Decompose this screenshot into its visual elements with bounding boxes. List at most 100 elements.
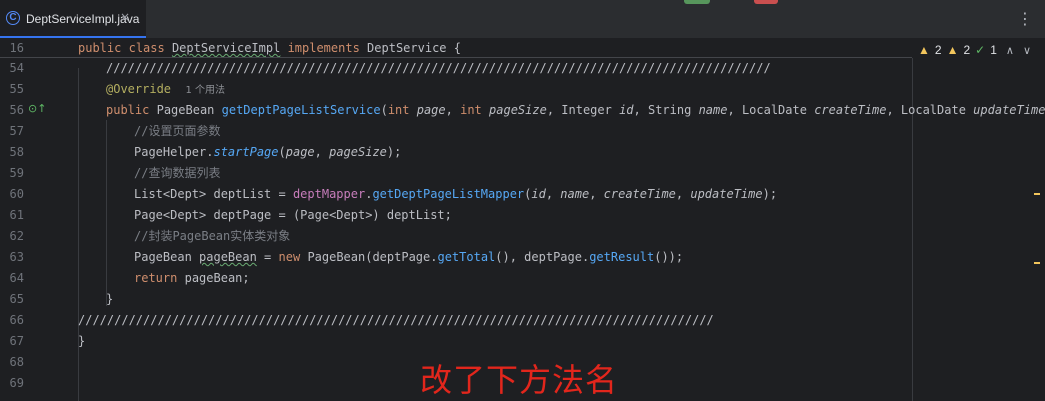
keyword: class xyxy=(128,41,165,55)
code-line-61: Page<Dept> deptPage = (Page<Dept>) deptL… xyxy=(134,208,452,222)
inspections-widget[interactable]: ▲ 2 ▲ 2 ✓ 1 ∧ ∨ xyxy=(918,41,1031,59)
code-line-58: PageHelper.startPage(page, pageSize); xyxy=(134,145,402,159)
code-line-64: return pageBean; xyxy=(134,268,250,289)
code-line-65: } xyxy=(106,292,114,306)
type: LocalDate xyxy=(900,103,966,117)
code-line-66: ////////////////////////////////////////… xyxy=(78,313,714,327)
code-line-59: //查询数据列表 xyxy=(134,166,221,180)
class-name: DeptServiceImpl xyxy=(171,41,281,55)
line-number: 58 xyxy=(9,145,24,159)
line-number: 56 xyxy=(9,103,24,117)
code-line-57: //设置页面参数 xyxy=(134,124,221,138)
usage-hint[interactable]: 1 个用法 xyxy=(185,85,225,96)
line-number: 60 xyxy=(9,187,24,201)
arg: pageSize xyxy=(329,145,387,159)
method-name: getDeptPageListService xyxy=(221,103,381,117)
type: String xyxy=(647,103,692,117)
editor-tab-bar: C DeptServiceImpl.java × ⋮ xyxy=(0,0,1045,39)
tab-deptserviceimpl[interactable]: C DeptServiceImpl.java × xyxy=(0,0,146,38)
code-line-67: } xyxy=(78,334,86,348)
weak-warning-icon: ▲ xyxy=(946,43,959,57)
line-number: 54 xyxy=(9,61,24,75)
param: updateTime xyxy=(973,103,1045,117)
class-ref: PageHelper xyxy=(134,145,207,159)
method-call: getTotal xyxy=(437,250,496,264)
code-line-63: PageBean pageBean = new PageBean(deptPag… xyxy=(134,247,683,268)
class-icon: C xyxy=(6,11,20,25)
type: Integer xyxy=(561,103,612,117)
line-number: 55 xyxy=(9,82,24,96)
line-number: 66 xyxy=(9,313,24,327)
weak-warning-count: 2 xyxy=(963,43,971,57)
variable: pageBean; xyxy=(184,271,250,285)
line-number: 64 xyxy=(9,271,24,285)
declaration: List<Dept> deptList = xyxy=(134,187,293,201)
scrollbar-warning-marker[interactable] xyxy=(1034,262,1040,264)
variable: pageBean xyxy=(199,250,257,264)
param: id xyxy=(619,103,634,117)
keyword: public xyxy=(106,103,150,117)
arg: updateTime xyxy=(690,187,763,201)
close-icon[interactable]: × xyxy=(120,10,130,24)
annotation-overlay-text: 改了下方法名 xyxy=(420,361,619,399)
more-options-icon[interactable]: ⋮ xyxy=(1017,9,1033,28)
param: createTime xyxy=(814,103,887,117)
code-fragment: (), deptPage. xyxy=(495,250,590,264)
sticky-class-header: 16 public class DeptServiceImpl implemen… xyxy=(0,38,1045,58)
constructor: PageBean xyxy=(307,250,366,264)
code-line-54: ////////////////////////////////////////… xyxy=(106,61,771,75)
run-indicator xyxy=(684,0,710,4)
line-number: 62 xyxy=(9,229,24,243)
ok-count: 1 xyxy=(990,43,997,57)
return-type: PageBean xyxy=(156,103,215,117)
implements-method-icon[interactable]: ⊙↑ xyxy=(28,102,46,116)
keyword: return xyxy=(134,271,178,285)
chevron-up-icon[interactable]: ∧ xyxy=(1006,44,1014,57)
code-fragment: ()); xyxy=(654,250,684,264)
annotation: @Override xyxy=(106,82,172,96)
indent-guide xyxy=(106,120,107,306)
code-line-16: public class DeptServiceImpl implements … xyxy=(78,38,461,59)
operator: = xyxy=(256,250,279,264)
line-number: 57 xyxy=(9,124,24,138)
keyword: new xyxy=(278,250,301,264)
arg: name xyxy=(560,187,590,201)
type: PageBean xyxy=(134,250,200,264)
type: LocalDate xyxy=(741,103,807,117)
scrollbar-warning-marker[interactable] xyxy=(1034,193,1040,195)
interface-name: DeptService xyxy=(367,41,447,55)
param: pageSize xyxy=(489,103,547,117)
method-call: getDeptPageListMapper xyxy=(372,187,525,201)
line-number: 59 xyxy=(9,166,24,180)
code-fragment: (deptPage. xyxy=(365,250,438,264)
arg: id xyxy=(531,187,546,201)
line-number: 61 xyxy=(9,208,24,222)
paren: ( xyxy=(380,103,388,117)
line-number: 67 xyxy=(9,334,24,348)
code-line-55: @Override 1 个用法 xyxy=(106,79,225,101)
stop-indicator xyxy=(754,0,778,4)
code-line-60: List<Dept> deptList = deptMapper.getDept… xyxy=(134,187,778,201)
warning-count: 2 xyxy=(934,43,942,57)
code-line-56: public PageBean getDeptPageListService(i… xyxy=(106,103,1045,117)
param: name xyxy=(698,103,728,117)
line-number: 16 xyxy=(9,41,24,55)
field-ref: deptMapper xyxy=(292,187,366,201)
warning-icon: ▲ xyxy=(918,43,930,57)
check-icon: ✓ xyxy=(975,43,986,57)
line-number: 63 xyxy=(9,250,24,264)
keyword: public xyxy=(78,41,122,55)
keyword: implements xyxy=(287,41,360,55)
line-number: 69 xyxy=(9,376,24,390)
line-number: 65 xyxy=(9,292,24,306)
keyword: int xyxy=(387,103,410,117)
method-call: getResult xyxy=(589,250,655,264)
param: page xyxy=(416,103,446,117)
arg: page xyxy=(285,145,315,159)
chevron-down-icon[interactable]: ∨ xyxy=(1023,44,1031,57)
keyword: int xyxy=(460,103,482,117)
method-call: startPage xyxy=(213,145,279,159)
arg: createTime xyxy=(603,187,676,201)
code-line-62: //封装PageBean实体类对象 xyxy=(134,229,291,243)
brace: { xyxy=(446,41,461,55)
